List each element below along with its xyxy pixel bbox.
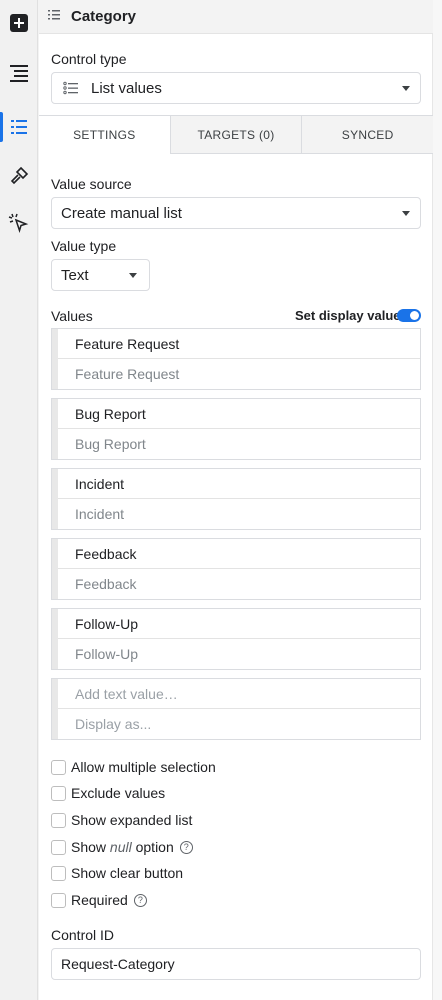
allow-multiple-label: Allow multiple selection [71,759,216,775]
value-input[interactable]: Feedback [58,539,420,569]
add-icon[interactable] [0,4,38,42]
value-type-label: Value type [51,238,117,254]
list-controls-icon[interactable] [0,108,38,146]
required-checkbox[interactable]: Required ? [51,892,147,908]
settings-tabs: SETTINGS TARGETS (0) SYNCED [39,115,434,154]
checkbox-box[interactable] [51,892,66,908]
value-source-value: Create manual list [61,204,182,222]
help-icon[interactable]: ? [179,840,193,854]
required-label: Required [71,892,128,908]
checkbox-box[interactable] [51,865,66,881]
panel-title: Category [71,8,137,25]
value-source-label: Value source [51,176,132,192]
show-null-suffix: option [135,839,174,855]
new-value-input[interactable]: Add text value… [58,679,420,709]
panel-header: Category [39,0,433,34]
show-clear-label: Show clear button [71,865,184,881]
list-values-icon [63,81,79,95]
set-display-values-label: Set display values [295,308,408,323]
list-values-icon [47,8,61,25]
value-row: Follow-Up Follow-Up [51,608,421,670]
value-input[interactable]: Bug Report [58,399,420,429]
checkbox-box[interactable] [51,759,66,775]
paint-brush-icon[interactable] [0,157,38,195]
tab-settings[interactable]: SETTINGS [39,115,170,154]
values-label: Values [51,308,93,324]
value-row: Feature Request Feature Request [51,328,421,390]
value-input[interactable]: Incident [58,469,420,499]
show-expanded-checkbox[interactable]: Show expanded list [51,812,192,828]
left-rail [0,0,38,1000]
show-null-word: null [109,839,132,855]
display-input[interactable]: Bug Report [58,429,420,459]
show-expanded-label: Show expanded list [71,812,193,828]
interaction-cursor-icon[interactable] [0,204,38,242]
exclude-values-checkbox[interactable]: Exclude values [51,785,165,801]
control-id-label: Control ID [51,927,115,943]
value-type-select[interactable]: Text [51,259,150,291]
value-row: Incident Incident [51,468,421,530]
chevron-down-icon [402,211,410,216]
allow-multiple-checkbox[interactable]: Allow multiple selection [51,759,216,775]
display-input[interactable]: Incident [58,499,420,529]
new-display-input[interactable]: Display as... [58,709,420,739]
chevron-down-icon [402,86,410,91]
value-input[interactable]: Feature Request [58,329,420,359]
control-type-value: List values [91,79,162,97]
chevron-down-icon [129,273,137,278]
exclude-values-label: Exclude values [71,785,166,801]
show-null-checkbox[interactable]: Show null option ? [51,839,193,855]
checkbox-box[interactable] [51,785,66,801]
show-null-prefix: Show [71,839,107,855]
display-input[interactable]: Feedback [58,569,420,599]
control-id-input[interactable]: Request-Category [51,948,421,980]
outline-icon[interactable] [0,54,38,92]
checkbox-box[interactable] [51,812,66,828]
display-input[interactable]: Feature Request [58,359,420,389]
value-row: Feedback Feedback [51,538,421,600]
checkbox-box[interactable] [51,839,66,855]
control-type-label: Control type [51,51,127,67]
show-clear-checkbox[interactable]: Show clear button [51,865,183,881]
tab-synced[interactable]: SYNCED [301,115,434,154]
control-settings-panel: Category Control type List values SETTIN… [39,0,434,1000]
value-row: Bug Report Bug Report [51,398,421,460]
value-type-value: Text [61,266,89,284]
value-input[interactable]: Follow-Up [58,609,420,639]
value-source-select[interactable]: Create manual list [51,197,421,229]
new-value-row: Add text value… Display as... [51,678,421,740]
control-type-select[interactable]: List values [51,72,421,104]
tab-targets[interactable]: TARGETS (0) [169,115,302,154]
display-input[interactable]: Follow-Up [58,639,420,669]
show-null-label: Show null option [71,839,174,855]
canvas-edge [433,0,442,1000]
help-icon[interactable]: ? [133,893,147,907]
set-display-values-toggle[interactable] [397,309,421,322]
